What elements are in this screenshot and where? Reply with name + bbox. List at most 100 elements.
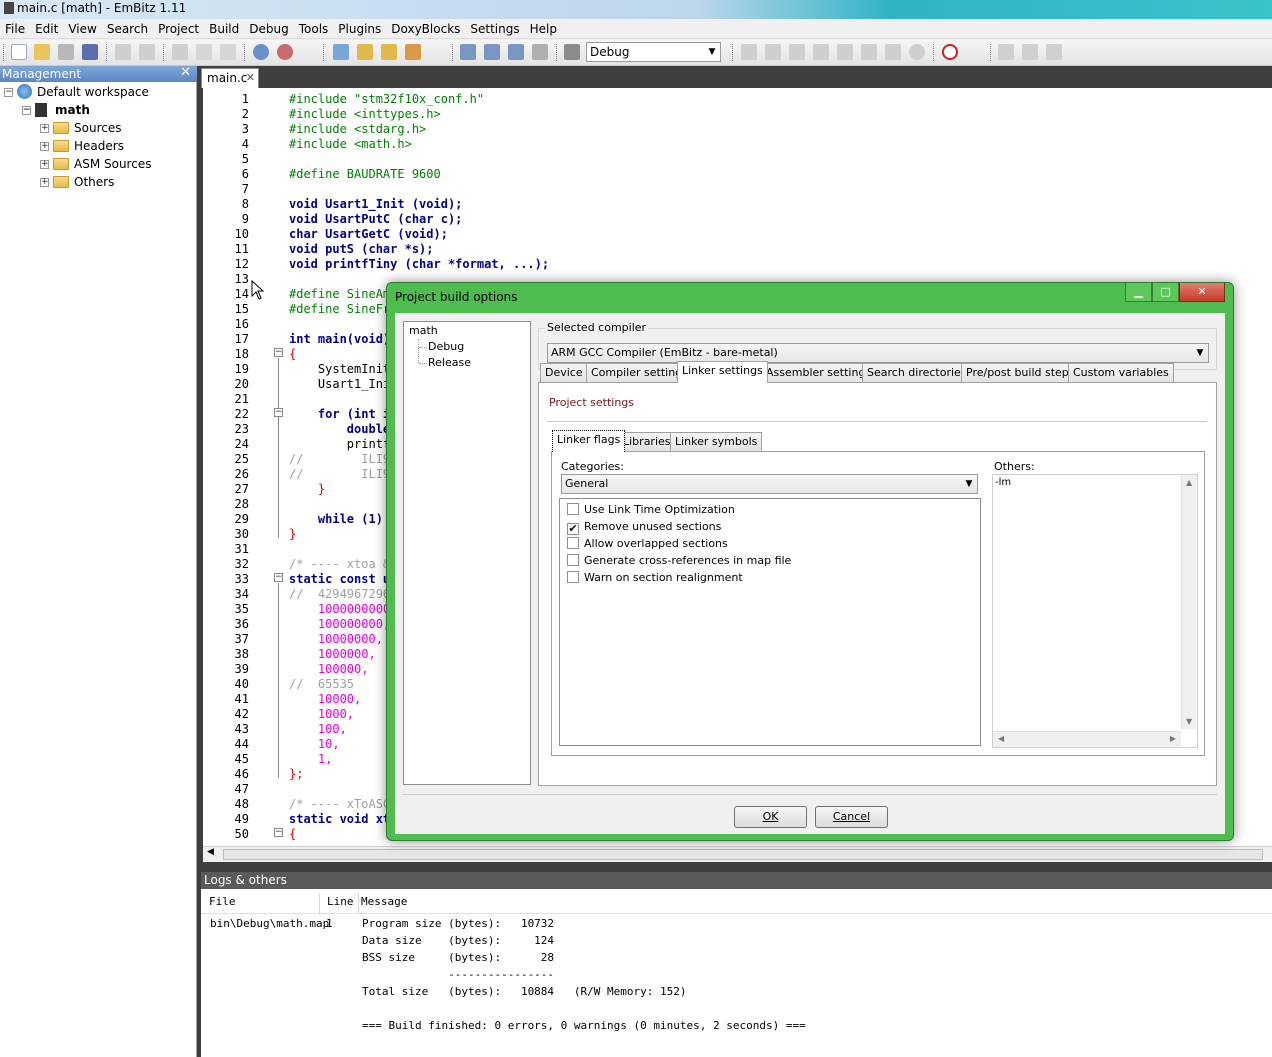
close-icon[interactable]: ✕ [180,65,191,81]
undo-icon[interactable] [115,44,131,60]
checkbox[interactable] [567,554,579,566]
tree-folder-asm-sources[interactable]: + ASM Sources [40,155,151,173]
build-icon[interactable] [357,44,373,60]
collapse-icon[interactable]: − [22,106,31,115]
save-icon[interactable] [58,44,74,60]
editor-horizontal-scrollbar[interactable]: ◀ [203,846,1272,862]
close-button[interactable]: ✕ [1179,283,1225,302]
build-settings-icon[interactable] [333,44,349,60]
new-file-icon[interactable] [11,44,27,60]
disassembly-view-icon[interactable] [508,44,524,60]
save-all-icon[interactable] [82,44,98,60]
checkbox[interactable] [567,503,579,515]
open-file-icon[interactable] [34,44,50,60]
step-over-icon[interactable] [813,44,829,60]
watch-view-icon[interactable] [532,44,548,60]
tree-folder-others[interactable]: + Others [40,173,114,191]
horizontal-scrollbar[interactable]: ◀ ▶ [993,731,1181,747]
tab-pre-post-build-steps[interactable]: Pre/post build steps [961,363,1080,383]
step-out-icon[interactable] [837,44,853,60]
rebuild-icon[interactable] [381,44,397,60]
build-target-select[interactable]: Debug ▼ [586,42,721,62]
run-to-cursor-icon[interactable] [765,44,781,60]
tab-custom-variables[interactable]: Custom variables [1068,363,1174,383]
menu-file[interactable]: File [0,19,30,37]
paste-icon[interactable] [220,44,236,60]
tab-main-c[interactable]: main.c ✕ [201,68,259,88]
menu-search[interactable]: Search [102,19,153,37]
tree-folder-headers[interactable]: + Headers [40,137,124,155]
scroll-right-icon[interactable]: ▶ [1170,734,1176,743]
replace-icon[interactable] [277,44,293,60]
expand-icon[interactable]: + [40,178,49,187]
column-header-message[interactable]: Message [354,893,1272,913]
tree-target-debug[interactable]: Debug [428,339,464,355]
menu-project[interactable]: Project [153,19,204,37]
build-target-tree[interactable]: math Debug Release [403,321,531,785]
menu-plugins[interactable]: Plugins [333,19,386,37]
tab-assembler-settings[interactable]: Assembler settings [761,363,877,383]
tree-workspace[interactable]: − Default workspace [4,83,149,101]
checkbox-checked[interactable]: ✔ [567,523,579,535]
break-icon[interactable] [885,44,901,60]
menu-edit[interactable]: Edit [30,19,63,37]
find-icon[interactable] [253,44,269,60]
collapse-icon[interactable]: − [4,88,13,97]
menu-settings[interactable]: Settings [465,19,524,37]
scroll-left-icon[interactable]: ◀ [998,734,1004,743]
reset-icon[interactable] [741,44,757,60]
option-warn-section-realignment[interactable]: Warn on section realignment [567,570,743,586]
log-file[interactable]: bin\Debug\math.map [210,915,329,932]
subtab-linker-symbols[interactable]: Linker symbols [670,432,763,452]
tree-project[interactable]: − math [22,101,90,119]
scroll-up-icon[interactable]: ▲ [1186,478,1192,487]
tab-search-directories[interactable]: Search directories [862,363,972,383]
tree-folder-sources[interactable]: + Sources [40,119,121,137]
cut-icon[interactable] [172,44,188,60]
others-textarea[interactable]: -lm ▲ ▼ ◀ ▶ [992,474,1198,748]
subtab-libraries[interactable]: Libraries [618,432,676,452]
vertical-scrollbar[interactable]: ▲ ▼ [1181,475,1197,729]
fold-marker[interactable]: − [274,828,283,837]
scroll-left-icon[interactable]: ◀ [207,847,214,857]
maximize-button[interactable]: □ [1152,283,1179,302]
menu-doxyblocks[interactable]: DoxyBlocks [386,19,465,37]
registers-view-icon[interactable] [484,44,500,60]
redo-icon[interactable] [139,44,155,60]
menu-tools[interactable]: Tools [294,19,334,37]
copy-icon[interactable] [196,44,212,60]
stop-debug-icon[interactable] [909,44,925,60]
menu-view[interactable]: View [63,19,101,37]
next-instruction-icon[interactable] [861,44,877,60]
expand-icon[interactable]: + [40,160,49,169]
option-generate-cross-references[interactable]: Generate cross-references in map file [567,553,791,569]
column-header-file[interactable]: File [202,893,320,913]
close-tab-icon[interactable]: ✕ [246,69,255,87]
menu-debug[interactable]: Debug [244,19,293,37]
checkbox[interactable] [567,537,579,549]
expand-icon[interactable]: + [40,124,49,133]
option-remove-unused-sections[interactable]: ✔ Remove unused sections [567,519,721,535]
fold-marker[interactable]: − [274,348,283,357]
tab-device[interactable]: Device [540,363,588,383]
subtab-linker-flags[interactable]: Linker flags [552,430,626,452]
option-use-lto[interactable]: Use Link Time Optimization [567,502,735,518]
no-entry-icon[interactable] [942,44,958,60]
next-bookmark-icon[interactable] [1046,44,1062,60]
stop-build-icon[interactable] [405,44,421,60]
menu-help[interactable]: Help [525,19,562,37]
ok-button[interactable]: OK [734,806,807,828]
tab-linker-settings[interactable]: Linker settings [677,361,768,383]
categories-select[interactable]: General ▼ [561,474,978,494]
step-into-icon[interactable] [789,44,805,60]
bookmark-icon[interactable] [998,44,1014,60]
tree-project-root[interactable]: math [409,323,438,339]
option-allow-overlapped-sections[interactable]: Allow overlapped sections [567,536,728,552]
expand-icon[interactable]: + [40,142,49,151]
fold-marker[interactable]: − [274,573,283,582]
scrollbar-thumb[interactable] [223,849,1263,860]
scroll-down-icon[interactable]: ▼ [1186,717,1192,726]
prev-bookmark-icon[interactable] [1022,44,1038,60]
tree-target-release[interactable]: Release [428,355,471,371]
minimize-button[interactable]: ▁ [1125,283,1152,302]
